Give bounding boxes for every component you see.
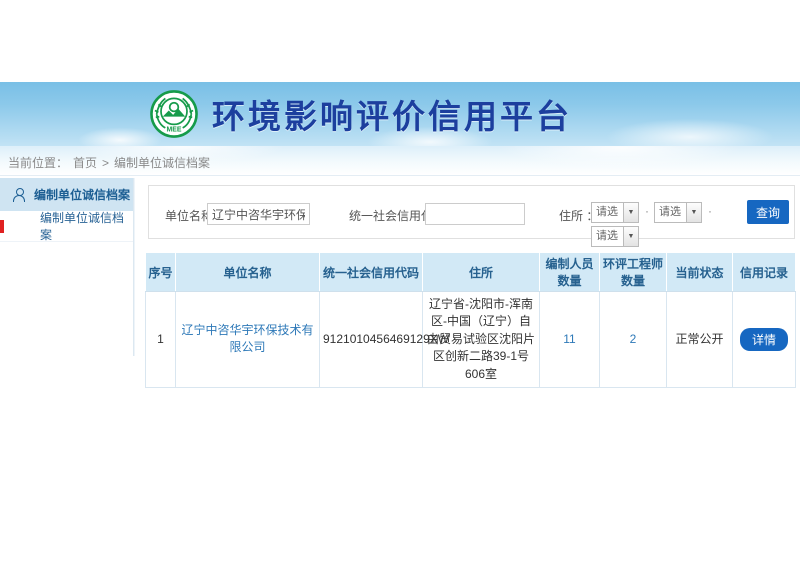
engineer-count-link[interactable]: 2 xyxy=(630,332,637,346)
cell-index: 1 xyxy=(146,292,176,388)
sidebar-item-archive[interactable]: 编制单位诚信档案 xyxy=(0,211,133,242)
credit-code-input[interactable] xyxy=(425,203,525,225)
table-row: 1 辽宁中咨华宇环保技术有限公司 9121010456469129XW 辽宁省-… xyxy=(146,292,796,388)
cell-status: 正常公开 xyxy=(667,292,733,388)
header-address: 住所 xyxy=(423,253,540,292)
district-select[interactable]: 请选择 ▼ xyxy=(591,226,639,247)
breadcrumb: 当前位置： 首页 > 编制单位诚信档案 xyxy=(8,154,210,171)
cell-credit-code: 9121010456469129XW xyxy=(320,292,423,388)
header-staff-count: 编制人员数量 xyxy=(540,253,600,292)
address-separator: · xyxy=(645,204,649,218)
sidebar-section-label: 编制单位诚信档案 xyxy=(34,186,130,203)
staff-count-link[interactable]: 11 xyxy=(563,332,575,346)
breadcrumb-current: 编制单位诚信档案 xyxy=(114,154,210,171)
query-button[interactable]: 查询 xyxy=(747,200,789,224)
sidebar-item-label: 编制单位诚信档案 xyxy=(40,209,133,243)
header-status: 当前状态 xyxy=(667,253,733,292)
detail-button[interactable]: 详情 xyxy=(740,328,788,351)
chevron-down-icon[interactable]: ▼ xyxy=(686,203,701,222)
header-engineer-count: 环评工程师数量 xyxy=(600,253,667,292)
active-marker xyxy=(0,220,4,233)
chevron-down-icon[interactable]: ▼ xyxy=(623,203,638,222)
results-table: 序号 单位名称 统一社会信用代码 住所 编制人员数量 环评工程师数量 当前状态 … xyxy=(145,252,796,388)
province-select[interactable]: 请选择 ▼ xyxy=(591,202,639,223)
site-title: 环境影响评价信用平台 xyxy=(212,90,572,138)
sidebar: 编制单位诚信档案 编制单位诚信档案 xyxy=(0,178,134,356)
svg-text:MEE: MEE xyxy=(167,126,182,133)
sidebar-section-archive[interactable]: 编制单位诚信档案 xyxy=(0,178,133,211)
user-icon xyxy=(12,188,26,202)
address-separator: · xyxy=(708,204,712,218)
header-credit-record: 信用记录 xyxy=(733,253,796,292)
header-index: 序号 xyxy=(146,253,176,292)
breadcrumb-home-link[interactable]: 首页 xyxy=(73,154,97,171)
unit-name-link[interactable]: 辽宁中咨华宇环保技术有限公司 xyxy=(181,323,313,354)
chevron-down-icon[interactable]: ▼ xyxy=(623,227,638,246)
breadcrumb-prefix: 当前位置： xyxy=(8,154,68,171)
table-header-row: 序号 单位名称 统一社会信用代码 住所 编制人员数量 环评工程师数量 当前状态 … xyxy=(146,253,796,292)
mee-logo-icon: MEE xyxy=(148,88,200,140)
cell-address: 辽宁省-沈阳市-浑南区-中国（辽宁）自由贸易试验区沈阳片区创新二路39-1号60… xyxy=(423,292,540,388)
breadcrumb-separator: > xyxy=(102,156,109,170)
unit-name-input[interactable] xyxy=(207,203,310,225)
city-select[interactable]: 请选择 ▼ xyxy=(654,202,702,223)
header-unit-name: 单位名称 xyxy=(176,253,320,292)
brand: MEE 环境影响评价信用平台 xyxy=(148,88,572,140)
page: MEE 环境影响评价信用平台 当前位置： 首页 > 编制单位诚信档案 编制单位诚… xyxy=(0,0,800,565)
header-credit-code: 统一社会信用代码 xyxy=(320,253,423,292)
search-panel: 单位名称 ： 统一社会信用代码 ： 住所 ： 请选择 ▼ · 请选择 ▼ · 请… xyxy=(148,185,795,239)
